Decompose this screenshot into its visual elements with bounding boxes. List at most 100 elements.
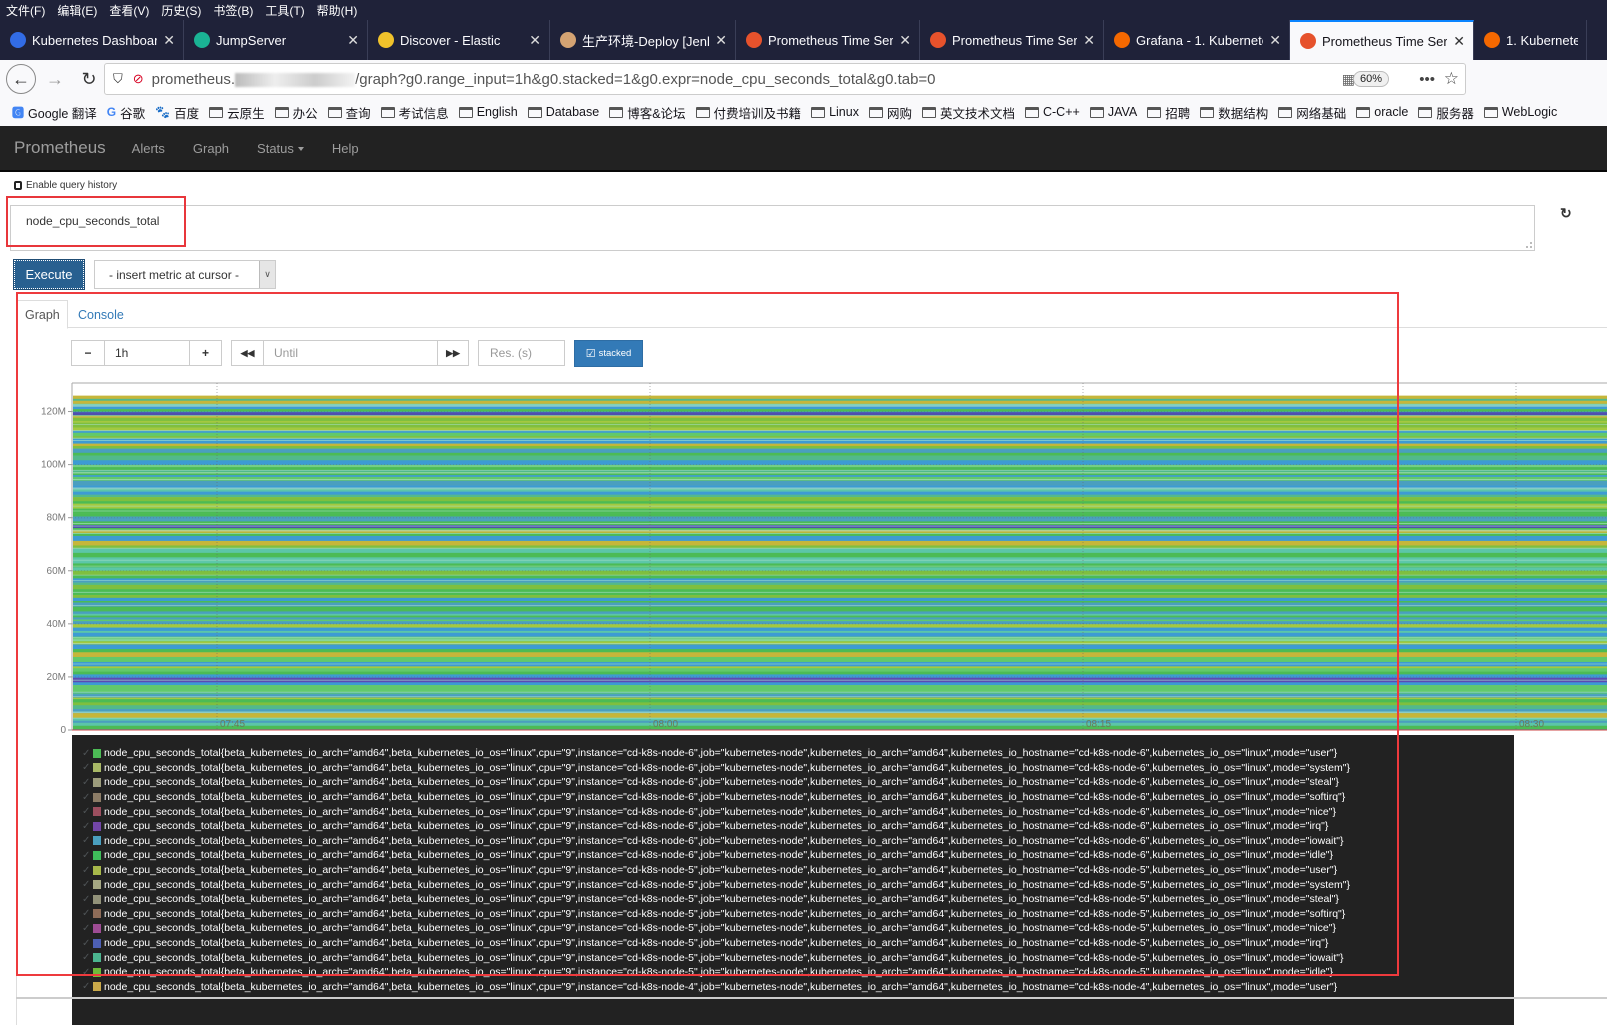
legend-item[interactable]: ✓ node_cpu_seconds_total{beta_kubernetes_… bbox=[72, 863, 1514, 878]
resize-handle[interactable] bbox=[1526, 242, 1532, 248]
close-tab-icon[interactable]: ✕ bbox=[163, 32, 175, 49]
legend-item[interactable]: ✓ node_cpu_seconds_total{beta_kubernetes_… bbox=[72, 892, 1514, 907]
close-tab-icon[interactable]: ✕ bbox=[1083, 32, 1095, 49]
close-tab-icon[interactable]: ✕ bbox=[1453, 33, 1465, 50]
reload-button[interactable]: ↻ bbox=[74, 64, 104, 94]
legend-item[interactable]: ✓ node_cpu_seconds_total{beta_kubernetes_… bbox=[72, 834, 1514, 849]
bookmark-item[interactable]: 🐾 百度 bbox=[155, 103, 199, 122]
legend-item[interactable]: ✓ node_cpu_seconds_total{beta_kubernetes_… bbox=[72, 848, 1514, 863]
bookmark-item[interactable]: G 谷歌 bbox=[107, 103, 145, 122]
bookmark-star-icon[interactable]: ☆ bbox=[1444, 69, 1459, 89]
more-actions-icon[interactable]: ••• bbox=[1419, 71, 1435, 88]
bookmark-item[interactable]: 服务器 bbox=[1418, 103, 1474, 122]
step-forward-button[interactable]: ▶▶ bbox=[437, 340, 469, 366]
url-bar[interactable]: ⛉ ⊘ prometheus. /graph?g0.range_input=1h&… bbox=[104, 63, 1466, 95]
bookmark-item[interactable]: 招聘 bbox=[1147, 103, 1190, 122]
series-band bbox=[73, 524, 1607, 528]
legend-item[interactable]: ✓ node_cpu_seconds_total{beta_kubernetes_… bbox=[72, 877, 1514, 892]
close-tab-icon[interactable]: ✕ bbox=[899, 32, 911, 49]
bookmark-item[interactable]: 博客&论坛 bbox=[609, 103, 686, 122]
legend-item[interactable]: ✓ node_cpu_seconds_total{beta_kubernetes_… bbox=[72, 907, 1514, 922]
nav-alerts[interactable]: Alerts bbox=[132, 141, 165, 156]
url-text[interactable]: prometheus. /graph?g0.range_input=1h&g0.s… bbox=[152, 71, 936, 88]
close-tab-icon[interactable]: ✕ bbox=[529, 32, 541, 49]
chart-svg[interactable]: 0 20M 40M 60M 80M 100M 120M 07:45 08:00 08:15 08:3… bbox=[20, 380, 1607, 740]
bookmark-item[interactable]: Linux bbox=[811, 105, 859, 119]
menu-bookmarks[interactable]: 书签(B) bbox=[213, 2, 253, 19]
legend-item[interactable]: ✓ node_cpu_seconds_total{beta_kubernetes_… bbox=[72, 790, 1514, 805]
resolution-input[interactable]: Res. (s) bbox=[478, 340, 565, 366]
bookmark-item[interactable]: Database bbox=[527, 105, 599, 119]
range-input[interactable]: 1h bbox=[104, 340, 190, 366]
bookmark-item[interactable]: 查询 bbox=[327, 103, 371, 122]
insert-metric-select[interactable]: - insert metric at cursor - ∨ bbox=[94, 260, 276, 289]
tab-console[interactable]: Console bbox=[70, 300, 132, 329]
browser-tab[interactable]: 1. Kubernetes bbox=[1474, 20, 1587, 60]
bookmark-item[interactable]: WebLogic bbox=[1483, 105, 1557, 119]
increase-range-button[interactable]: + bbox=[189, 340, 222, 366]
series-band bbox=[73, 615, 1607, 618]
bookmark-item[interactable]: 办公 bbox=[274, 103, 318, 122]
shield-icon[interactable]: ⛉ bbox=[113, 71, 123, 87]
bookmark-item[interactable]: JAVA bbox=[1089, 105, 1137, 119]
legend-item[interactable]: ✓ node_cpu_seconds_total{beta_kubernetes_… bbox=[72, 761, 1514, 776]
decrease-range-button[interactable]: − bbox=[71, 340, 105, 366]
menu-tools[interactable]: 工具(T) bbox=[265, 2, 304, 19]
close-tab-icon[interactable]: ✕ bbox=[715, 32, 727, 49]
step-back-button[interactable]: ◀◀ bbox=[231, 340, 264, 366]
browser-tab[interactable]: Discover - Elastic ✕ bbox=[368, 20, 550, 60]
close-tab-icon[interactable]: ✕ bbox=[347, 32, 359, 49]
expression-input[interactable]: node_cpu_seconds_total bbox=[10, 205, 1535, 251]
menu-help[interactable]: 帮助(H) bbox=[317, 2, 358, 19]
legend-item[interactable]: ✓ node_cpu_seconds_total{beta_kubernetes_… bbox=[72, 950, 1514, 965]
query-history-checkbox[interactable] bbox=[14, 181, 22, 190]
menu-edit[interactable]: 编辑(E) bbox=[57, 2, 97, 19]
series-band bbox=[73, 561, 1607, 564]
browser-tab[interactable]: Grafana - 1. Kubernetes ✕ bbox=[1104, 20, 1290, 60]
browser-tab[interactable]: JumpServer ✕ bbox=[184, 20, 368, 60]
browser-tab[interactable]: 生产环境-Deploy [Jenkins] ✕ bbox=[550, 20, 736, 60]
legend-item[interactable]: ✓ node_cpu_seconds_total{beta_kubernetes_… bbox=[72, 746, 1514, 761]
browser-tab[interactable]: Prometheus Time Series ✕ bbox=[736, 20, 920, 60]
bookmark-item[interactable]: 网络基础 bbox=[1278, 103, 1346, 122]
legend-item[interactable]: ✓ node_cpu_seconds_total{beta_kubernetes_… bbox=[72, 819, 1514, 834]
legend-item[interactable]: ✓ node_cpu_seconds_total{beta_kubernetes_… bbox=[72, 775, 1514, 790]
enable-query-history[interactable]: Enable query history bbox=[14, 180, 117, 191]
back-button[interactable]: ← bbox=[6, 64, 36, 94]
browser-tab[interactable]: Kubernetes Dashboard ✕ bbox=[0, 20, 184, 60]
bookmark-item[interactable]: 英文技术文档 bbox=[921, 103, 1015, 122]
execute-button[interactable]: Execute bbox=[13, 259, 85, 290]
nav-status[interactable]: Status bbox=[257, 141, 304, 156]
menu-file[interactable]: 文件(F) bbox=[6, 2, 45, 19]
menu-view[interactable]: 查看(V) bbox=[109, 2, 149, 19]
legend-item[interactable]: ✓ node_cpu_seconds_total{beta_kubernetes_… bbox=[72, 804, 1514, 819]
close-tab-icon[interactable]: ✕ bbox=[1269, 32, 1281, 49]
forward-button[interactable]: → bbox=[40, 64, 70, 94]
bookmark-item[interactable]: 数据结构 bbox=[1200, 103, 1268, 122]
tab-graph[interactable]: Graph bbox=[16, 300, 68, 329]
nav-graph[interactable]: Graph bbox=[193, 141, 229, 156]
legend-item[interactable]: ✓ node_cpu_seconds_total{beta_kubernetes_… bbox=[72, 980, 1514, 995]
check-icon: ✓ bbox=[82, 864, 91, 876]
bookmark-item[interactable]: oracle bbox=[1356, 105, 1408, 119]
menu-history[interactable]: 历史(S) bbox=[161, 2, 201, 19]
bookmark-item[interactable]: C-C++ bbox=[1024, 105, 1080, 119]
insecure-lock-icon[interactable]: ⊘ bbox=[133, 71, 144, 87]
bookmark-item[interactable]: 付费培训及书籍 bbox=[695, 103, 801, 122]
prometheus-brand-link[interactable]: Prometheus bbox=[14, 138, 106, 158]
nav-help[interactable]: Help bbox=[332, 141, 359, 156]
bookmark-item[interactable]: 云原生 bbox=[209, 103, 265, 122]
bookmark-item[interactable]: English bbox=[458, 105, 518, 119]
bookmark-item[interactable]: 网购 bbox=[868, 103, 912, 122]
browser-tab[interactable]: Prometheus Time Series ✕ bbox=[1290, 20, 1474, 60]
zoom-level-badge[interactable]: 60% bbox=[1352, 71, 1389, 87]
until-input[interactable]: Until bbox=[263, 340, 438, 366]
graph-chart[interactable]: 0 20M 40M 60M 80M 100M 120M 07:45 08:00 08:15 08:3… bbox=[20, 380, 1607, 740]
stacked-toggle-button[interactable]: ☑ stacked bbox=[574, 340, 643, 367]
legend-item[interactable]: ✓ node_cpu_seconds_total{beta_kubernetes_… bbox=[72, 936, 1514, 951]
bookmark-item[interactable]: 🅶 Google 翻译 bbox=[12, 103, 97, 122]
browser-tab[interactable]: Prometheus Time Series ✕ bbox=[920, 20, 1104, 60]
bookmark-item[interactable]: 考试信息 bbox=[380, 103, 449, 122]
legend-item[interactable]: ✓ node_cpu_seconds_total{beta_kubernetes_… bbox=[72, 921, 1514, 936]
legend-item[interactable]: ✓ node_cpu_seconds_total{beta_kubernetes_… bbox=[72, 965, 1514, 980]
